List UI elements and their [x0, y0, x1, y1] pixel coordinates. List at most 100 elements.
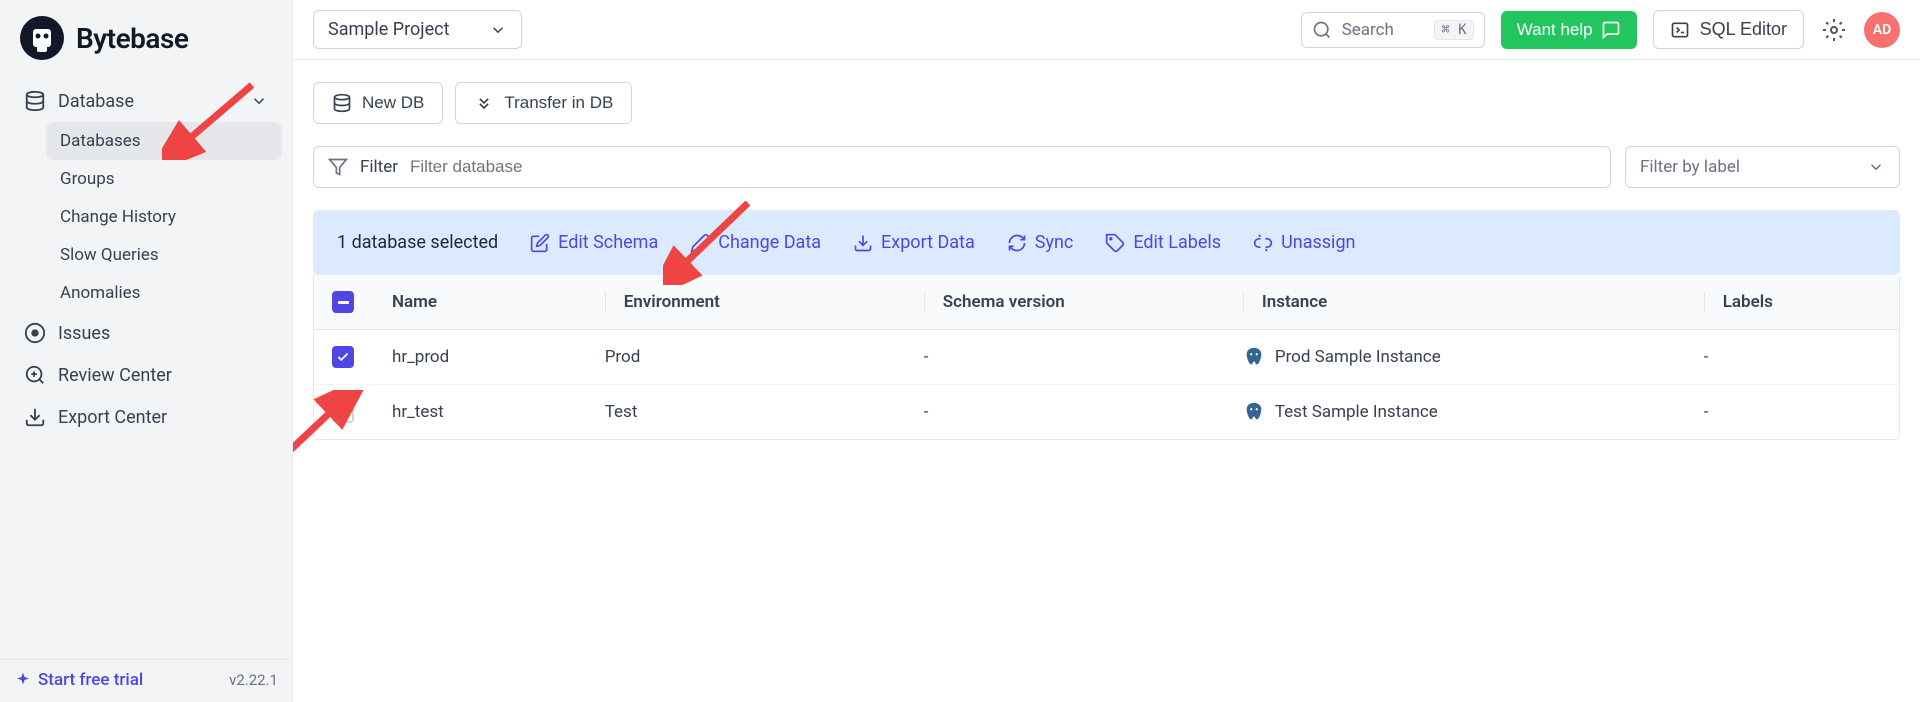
col-instance: Instance — [1243, 291, 1704, 313]
chevron-down-icon — [489, 21, 507, 39]
new-db-button[interactable]: New DB — [313, 82, 443, 124]
edit-labels-action[interactable]: Edit Labels — [1105, 232, 1221, 253]
sidebar-label: Groups — [60, 169, 115, 189]
row-checkbox[interactable] — [332, 401, 354, 423]
version-text: v2.22.1 — [229, 671, 278, 689]
search-input[interactable]: Search ⌘ K — [1301, 12, 1485, 48]
action-label: Edit Schema — [558, 232, 658, 253]
filter-by-label-text: Filter by label — [1640, 157, 1740, 177]
database-table: Name Environment Schema version Instance… — [313, 275, 1900, 440]
sql-label: SQL Editor — [1700, 19, 1787, 40]
postgres-icon — [1243, 346, 1265, 368]
sidebar-label: Database — [58, 91, 134, 112]
sidebar-item-export-center[interactable]: Export Center — [10, 396, 282, 438]
sidebar-label: Databases — [60, 131, 141, 151]
filter-bar: Filter — [313, 146, 1611, 188]
btn-label: New DB — [362, 93, 424, 113]
settings-button[interactable] — [1820, 16, 1848, 44]
project-select[interactable]: Sample Project — [313, 10, 522, 49]
pencil-icon — [690, 233, 710, 253]
topbar: Sample Project Search ⌘ K Want help SQL … — [293, 0, 1920, 60]
col-labels: Labels — [1704, 291, 1881, 313]
search-placeholder: Search — [1342, 20, 1425, 40]
sparkle-icon — [14, 671, 32, 689]
sidebar-label: Change History — [60, 207, 176, 227]
filter-icon — [328, 157, 348, 177]
sidebar-item-anomalies[interactable]: Anomalies — [46, 274, 282, 312]
logo[interactable]: Bytebase — [0, 0, 292, 80]
change-data-action[interactable]: Change Data — [690, 232, 821, 253]
transfer-db-button[interactable]: Transfer in DB — [455, 82, 632, 124]
sidebar-label: Review Center — [58, 365, 172, 386]
sidebar-item-change-history[interactable]: Change History — [46, 198, 282, 236]
terminal-icon — [1670, 20, 1690, 40]
database-icon — [24, 90, 46, 112]
database-icon — [332, 93, 352, 113]
action-label: Unassign — [1281, 232, 1355, 253]
sql-editor-button[interactable]: SQL Editor — [1653, 10, 1804, 49]
issues-icon — [24, 322, 46, 344]
trial-text: Start free trial — [38, 670, 143, 690]
search-kbd: ⌘ K — [1434, 20, 1473, 40]
filter-input[interactable] — [410, 157, 1596, 177]
cell-name: hr_prod — [392, 347, 605, 367]
table-header: Name Environment Schema version Instance… — [314, 275, 1899, 330]
review-icon — [24, 364, 46, 386]
sidebar-item-database[interactable]: Database — [10, 80, 282, 122]
main: Sample Project Search ⌘ K Want help SQL … — [293, 0, 1920, 702]
search-icon — [1312, 20, 1332, 40]
filter-by-label-select[interactable]: Filter by label — [1625, 146, 1900, 188]
download-icon — [853, 233, 873, 253]
nav: Database Databases Groups Change History… — [0, 80, 292, 659]
help-label: Want help — [1517, 20, 1593, 40]
table-row[interactable]: hr_prod Prod - Prod Sample Instance - — [314, 330, 1899, 385]
content: New DB Transfer in DB Filter Filter by l… — [293, 60, 1920, 702]
cell-labels: - — [1704, 402, 1881, 422]
gear-icon — [1822, 18, 1846, 42]
unassign-action[interactable]: Unassign — [1253, 232, 1355, 253]
checkbox-all[interactable] — [332, 291, 354, 313]
chevrons-down-icon — [474, 93, 494, 113]
btn-label: Transfer in DB — [504, 93, 613, 113]
col-schema-version: Schema version — [924, 291, 1243, 313]
selection-count: 1 database selected — [337, 232, 498, 253]
cell-labels: - — [1704, 347, 1881, 367]
sidebar-label: Anomalies — [60, 283, 140, 303]
postgres-icon — [1243, 401, 1265, 423]
want-help-button[interactable]: Want help — [1501, 11, 1637, 49]
cell-environment: Test — [605, 402, 924, 422]
chevron-down-icon — [1867, 158, 1885, 176]
unlink-icon — [1253, 233, 1273, 253]
sync-icon — [1007, 233, 1027, 253]
tag-icon — [1105, 233, 1125, 253]
project-name: Sample Project — [328, 19, 449, 40]
row-checkbox[interactable] — [332, 346, 354, 368]
avatar[interactable]: AD — [1864, 12, 1900, 48]
chat-icon — [1601, 20, 1621, 40]
cell-instance: Prod Sample Instance — [1243, 346, 1704, 368]
sidebar-item-groups[interactable]: Groups — [46, 160, 282, 198]
col-name: Name — [392, 292, 605, 312]
action-label: Change Data — [718, 232, 821, 253]
export-data-action[interactable]: Export Data — [853, 232, 975, 253]
table-row[interactable]: hr_test Test - Test Sample Instance - — [314, 385, 1899, 439]
download-icon — [24, 406, 46, 428]
sidebar-item-review-center[interactable]: Review Center — [10, 354, 282, 396]
col-environment: Environment — [605, 291, 924, 313]
cell-schema-version: - — [924, 347, 1243, 367]
start-trial-link[interactable]: Start free trial — [14, 670, 143, 690]
sidebar-item-slow-queries[interactable]: Slow Queries — [46, 236, 282, 274]
sidebar-item-issues[interactable]: Issues — [10, 312, 282, 354]
edit-schema-action[interactable]: Edit Schema — [530, 232, 658, 253]
sidebar: Bytebase Database Databases Groups Chang… — [0, 0, 293, 702]
logo-text: Bytebase — [76, 22, 188, 55]
action-label: Sync — [1035, 232, 1074, 253]
sidebar-item-databases[interactable]: Databases — [46, 122, 282, 160]
logo-icon — [18, 14, 66, 62]
cell-environment: Prod — [605, 347, 924, 367]
sidebar-label: Issues — [58, 323, 110, 344]
cell-name: hr_test — [392, 402, 605, 422]
cell-instance: Test Sample Instance — [1243, 401, 1704, 423]
action-label: Export Data — [881, 232, 975, 253]
sync-action[interactable]: Sync — [1007, 232, 1074, 253]
